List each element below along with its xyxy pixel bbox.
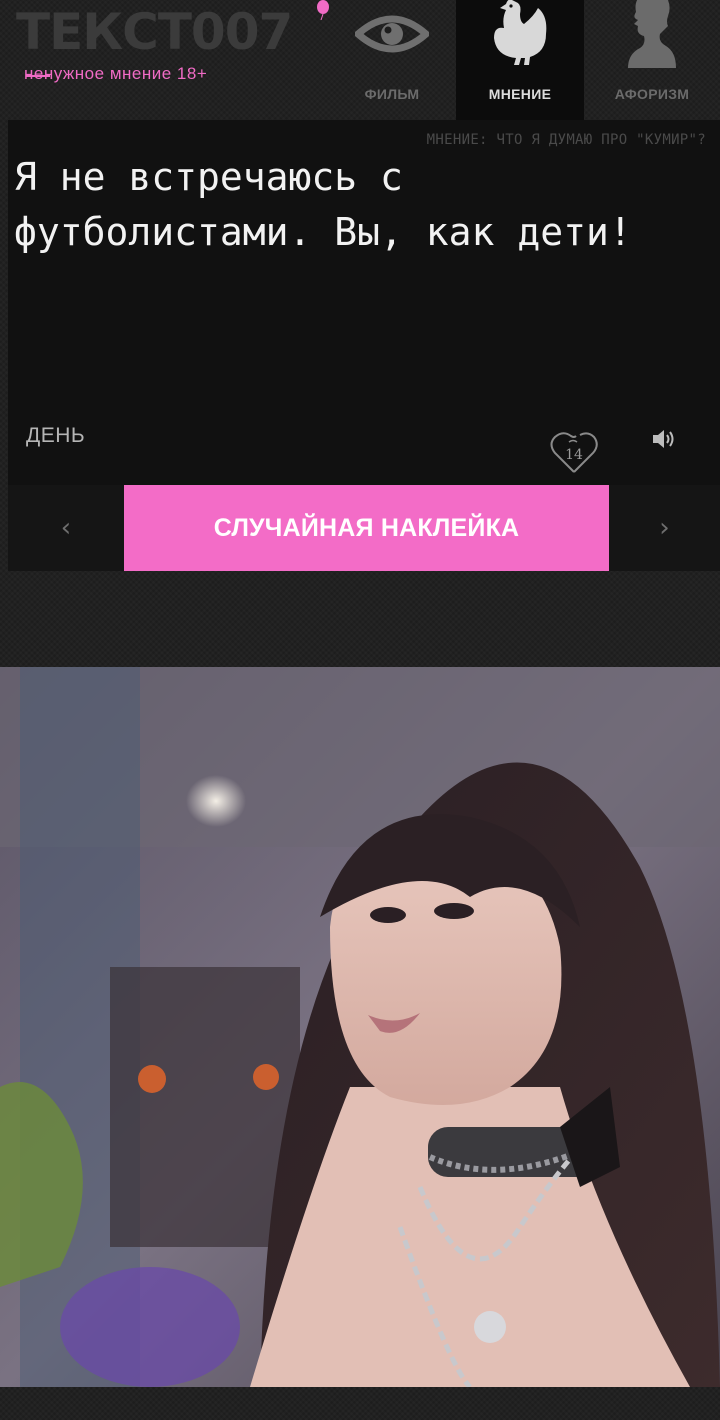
tab-film-label: ФИЛЬМ bbox=[364, 86, 420, 102]
quote-text: Я не встречаюсь с футболистами. Вы, как … bbox=[14, 155, 632, 254]
next-button[interactable]: › bbox=[609, 485, 720, 571]
chicken-icon bbox=[494, 0, 547, 65]
site-logo[interactable]: ТЕКСТ007 ненужное мнение 18+ bbox=[16, 0, 336, 94]
tab-opinion[interactable]: МНЕНИЕ bbox=[456, 0, 584, 120]
like-button[interactable]: 14 bbox=[549, 430, 599, 476]
prev-button[interactable]: ‹ bbox=[8, 485, 124, 571]
card-caption: МНЕНИЕ: ЧТО Я ДУМАЮ ПРО "КУМИР"? bbox=[426, 132, 706, 148]
opinion-card: МНЕНИЕ: ЧТО Я ДУМАЮ ПРО "КУМИР"? Я не вс… bbox=[8, 120, 720, 485]
silhouette-profile-icon bbox=[628, 0, 676, 68]
site-header: ТЕКСТ007 ненужное мнение 18+ ФИЛЬМ МНЕНИ… bbox=[0, 0, 720, 120]
sticker-image bbox=[0, 667, 720, 1387]
logo-title: ТЕКСТ007 bbox=[16, 3, 293, 61]
tab-opinion-label: МНЕНИЕ bbox=[488, 86, 552, 102]
chevron-left-icon: ‹ bbox=[60, 513, 72, 543]
logo-subtitle: ненужное мнение 18+ bbox=[24, 64, 208, 83]
eye-icon bbox=[355, 15, 429, 53]
sticker-navigation: ‹ СЛУЧАЙНАЯ НАКЛЕЙКА › bbox=[8, 485, 720, 571]
day-label[interactable]: ДЕНЬ bbox=[26, 424, 85, 448]
tab-aphorism[interactable]: АФОРИЗМ bbox=[584, 0, 720, 120]
tab-film[interactable]: ФИЛЬМ bbox=[328, 0, 456, 120]
like-count: 14 bbox=[565, 447, 583, 463]
speaker-icon bbox=[653, 430, 674, 448]
chevron-right-icon: › bbox=[659, 513, 670, 543]
sound-button[interactable] bbox=[650, 425, 678, 453]
tab-aphorism-label: АФОРИЗМ bbox=[614, 86, 690, 102]
random-sticker-button[interactable]: СЛУЧАЙНАЯ НАКЛЕЙКА bbox=[124, 485, 609, 571]
sticker-image-graphic bbox=[0, 667, 720, 1387]
